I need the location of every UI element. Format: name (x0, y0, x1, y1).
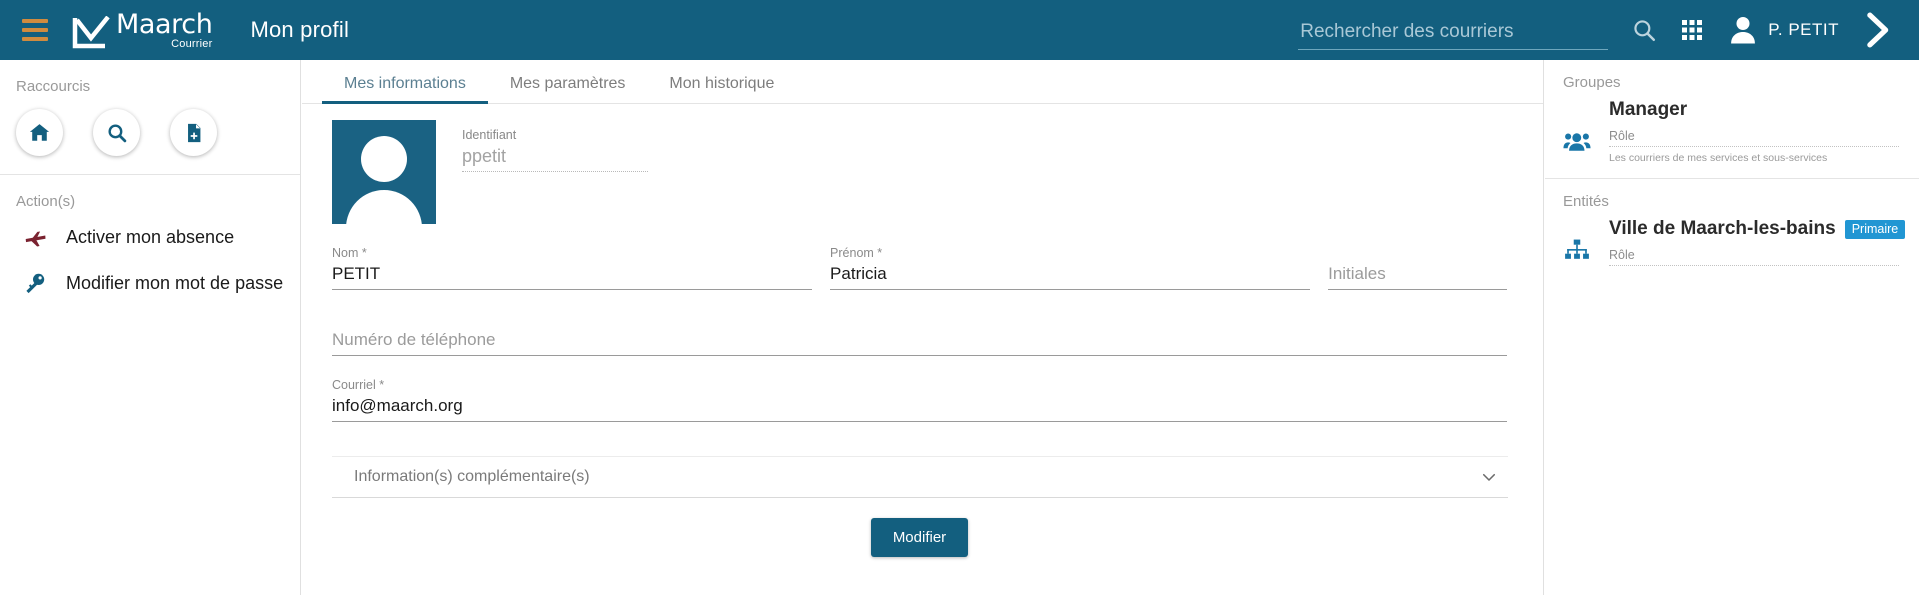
identifiant-value: ppetit (462, 146, 507, 166)
hamburger-icon[interactable] (22, 19, 48, 41)
org-chart-icon (1563, 218, 1609, 266)
tab-mon-historique[interactable]: Mon historique (647, 75, 796, 103)
top-header: Maarch Courrier Mon profil Rechercher de… (0, 0, 1919, 60)
entite-role-label: Rôle (1609, 248, 1899, 266)
search-input[interactable] (1298, 21, 1609, 50)
courriel-field[interactable]: Courriel * info@maarch.org (332, 378, 1507, 422)
right-panel: Groupes Manager Rôle Les courriers de me… (1545, 60, 1919, 595)
courriel-label: Courriel * (332, 378, 385, 392)
name-row: Nom * PETIT Prénom * Patricia Initiales (332, 246, 1507, 290)
left-sidebar: Raccourcis Action(s) Activer mon absence… (0, 60, 301, 595)
hamburger-bar (22, 37, 48, 41)
submit-row: Modifier (332, 518, 1507, 557)
nom-label: Nom * (332, 246, 367, 260)
prenom-label: Prénom * (830, 246, 883, 260)
key-glyph (26, 273, 45, 294)
page-title: Mon profil (250, 17, 350, 42)
additional-info-expander[interactable]: Information(s) complémentaire(s) (332, 456, 1508, 498)
profile-tabs: Mes informations Mes paramètres Mon hist… (302, 60, 1543, 104)
groupe-item[interactable]: Manager Rôle Les courriers de mes servic… (1545, 91, 1919, 178)
document-add-icon (187, 123, 200, 142)
action-change-password[interactable]: Modifier mon mot de passe (0, 260, 300, 306)
groupe-note: Les courriers de mes services et sous-se… (1609, 152, 1828, 164)
entites-section-label: Entités (1563, 193, 1609, 210)
telephone-input[interactable]: Numéro de téléphone (332, 326, 1507, 356)
key-icon (18, 271, 52, 295)
email-row: Courriel * info@maarch.org (332, 378, 1507, 422)
courriel-input[interactable]: info@maarch.org (332, 392, 1507, 422)
org-chart-glyph (1565, 239, 1589, 259)
groupe-role-label: Rôle (1609, 129, 1899, 147)
search-icon (107, 123, 126, 142)
entite-title-row: Ville de Maarch-les-bains Primaire (1609, 218, 1906, 240)
logo-name: Maarch (116, 9, 213, 40)
home-shortcut[interactable] (16, 109, 63, 156)
tab-mes-informations[interactable]: Mes informations (322, 75, 488, 104)
entite-name: Ville de Maarch-les-bains (1609, 218, 1836, 239)
nom-field[interactable]: Nom * PETIT (332, 246, 813, 290)
airplane-glyph (25, 230, 45, 246)
avatar-body (346, 190, 422, 224)
action-activate-absence[interactable]: Activer mon absence (0, 214, 300, 260)
chevron-right-icon[interactable] (1855, 9, 1897, 51)
actions-section-label: Action(s) (16, 193, 76, 210)
airplane-icon (18, 225, 52, 250)
action-label: Modifier mon mot de passe (66, 272, 284, 293)
header-right-cluster: P. PETIT (1298, 0, 1919, 60)
groupe-title-row: Manager (1609, 99, 1899, 121)
initiales-spacer (1328, 246, 1507, 260)
groupe-name: Manager (1609, 99, 1688, 120)
phone-row: Numéro de téléphone (332, 312, 1507, 356)
telephone-field[interactable]: Numéro de téléphone (332, 312, 1507, 356)
entite-item[interactable]: Ville de Maarch-les-bains Primaire Rôle (1545, 210, 1919, 280)
new-document-shortcut[interactable] (170, 109, 217, 156)
modifier-button[interactable]: Modifier (870, 518, 969, 557)
search-shortcut[interactable] (93, 109, 140, 156)
groupes-section-label: Groupes (1563, 74, 1621, 91)
apps-glyph (1682, 20, 1703, 40)
entite-body: Ville de Maarch-les-bains Primaire Rôle (1609, 218, 1906, 266)
initiales-input[interactable]: Initiales (1328, 260, 1507, 290)
identifiant-field: Identifiant ppetit (462, 120, 648, 172)
home-icon (29, 124, 50, 141)
search-box[interactable] (1298, 10, 1609, 50)
group-users-icon (1563, 99, 1609, 164)
maarch-logo[interactable]: Maarch Courrier (72, 9, 213, 50)
shortcuts-section-label: Raccourcis (16, 78, 91, 95)
chevron-down-icon[interactable] (1480, 468, 1498, 486)
user-menu[interactable]: P. PETIT (1726, 13, 1839, 47)
additional-info-label: Information(s) complémentaire(s) (354, 468, 590, 485)
avatar-head (361, 136, 407, 182)
hamburger-bar (22, 28, 48, 32)
logo-subtitle: Courrier (171, 38, 213, 50)
identity-row: Identifiant ppetit (332, 120, 1507, 224)
telephone-spacer (332, 312, 1507, 326)
shortcuts-list (0, 95, 300, 174)
group-users-glyph (1563, 132, 1591, 151)
search-glyph (1634, 20, 1656, 41)
profile-form: Identifiant ppetit Nom * PETIT Prénom * … (302, 104, 1543, 557)
nom-input[interactable]: PETIT (332, 260, 813, 290)
prenom-field[interactable]: Prénom * Patricia (830, 246, 1311, 290)
identifiant-label: Identifiant (462, 128, 517, 142)
groupe-body: Manager Rôle Les courriers de mes servic… (1609, 99, 1899, 164)
identifiant-underline (462, 171, 648, 172)
initiales-field[interactable]: Initiales (1328, 246, 1507, 290)
actions-list: Activer mon absence Modifier mon mot de … (0, 210, 300, 306)
search-icon[interactable] (1622, 8, 1666, 52)
avatar[interactable] (332, 120, 436, 224)
user-avatar-icon (1731, 16, 1756, 44)
maarch-logo-mark (72, 16, 110, 49)
user-name-label: P. PETIT (1768, 20, 1839, 39)
hamburger-bar (22, 19, 48, 23)
main-panel: Mes informations Mes paramètres Mon hist… (302, 60, 1544, 595)
tab-mes-parametres[interactable]: Mes paramètres (488, 75, 648, 103)
status-badge: Primaire (1844, 219, 1906, 239)
prenom-input[interactable]: Patricia (830, 260, 1311, 290)
grid-apps-icon[interactable] (1666, 8, 1718, 52)
action-label: Activer mon absence (66, 226, 235, 247)
